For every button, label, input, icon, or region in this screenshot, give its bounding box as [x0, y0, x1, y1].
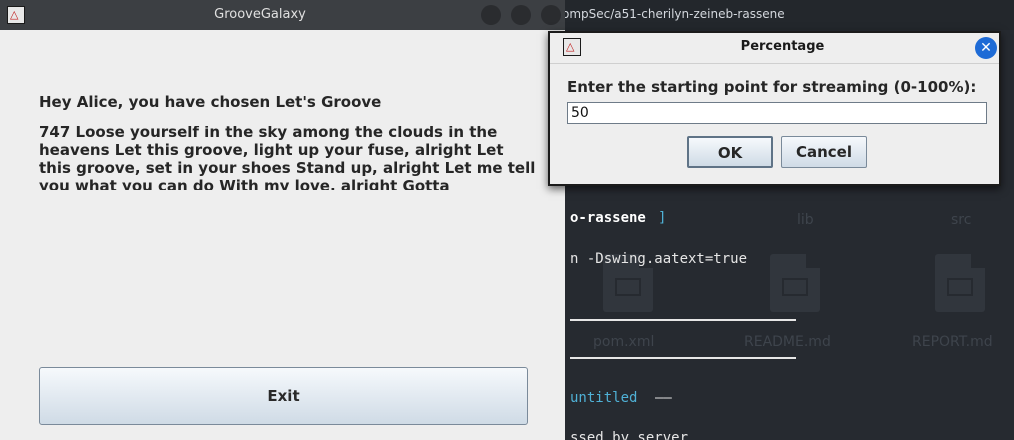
terminal-command: n -Dswing.aatext=true [570, 251, 748, 267]
percentage-dialog: △ Percentage ✕ Enter the starting point … [548, 31, 1001, 186]
groovegalaxy-window: △ GrooveGalaxy Hey Alice, you have chose… [0, 0, 565, 440]
lyrics-text: 747 Loose yourself in the sky among the … [39, 126, 536, 190]
dialog-title: Percentage [740, 39, 825, 54]
file-icon[interactable] [770, 254, 820, 312]
close-icon[interactable]: ✕ [975, 37, 997, 59]
exit-button[interactable]: Exit [39, 367, 528, 425]
file-label-pom[interactable]: pom.xml [593, 334, 654, 350]
file-icon[interactable] [935, 254, 985, 312]
minimize-button[interactable] [481, 5, 501, 25]
dialog-prompt: Enter the starting point for streaming (… [567, 78, 977, 96]
greeting-label: Hey Alice, you have chosen Let's Groove [39, 93, 382, 111]
background-titlebar: ompSec/a51-cherilyn-zeineb-rassene [565, 0, 1014, 30]
maximize-button[interactable] [511, 5, 531, 25]
terminal-path-bracket: ] [658, 210, 667, 226]
dialog-titlebar: △ Percentage ✕ [550, 33, 999, 64]
app-titlebar: △ GrooveGalaxy [0, 0, 565, 30]
terminal-untitled: untitled [570, 390, 638, 406]
terminal-path: o-rassene [570, 210, 646, 226]
lyrics-area: 747 Loose yourself in the sky among the … [39, 126, 539, 190]
terminal-output: ssed by server [570, 430, 689, 440]
terminal-rule [570, 357, 796, 359]
file-label-report[interactable]: REPORT.md [912, 334, 993, 350]
file-label-readme[interactable]: README.md [744, 334, 831, 350]
app-title: GrooveGalaxy [214, 7, 306, 22]
close-button[interactable] [541, 5, 561, 25]
background-window-title: ompSec/a51-cherilyn-zeineb-rassene [565, 7, 785, 21]
start-percentage-input[interactable] [567, 102, 987, 124]
terminal-rule [570, 319, 796, 321]
folder-label-lib[interactable]: lib [797, 212, 814, 228]
ok-button[interactable]: OK [687, 136, 773, 168]
cancel-button[interactable]: Cancel [781, 136, 867, 168]
terminal-dash: —— [655, 390, 672, 406]
folder-label-src[interactable]: src [951, 212, 971, 228]
